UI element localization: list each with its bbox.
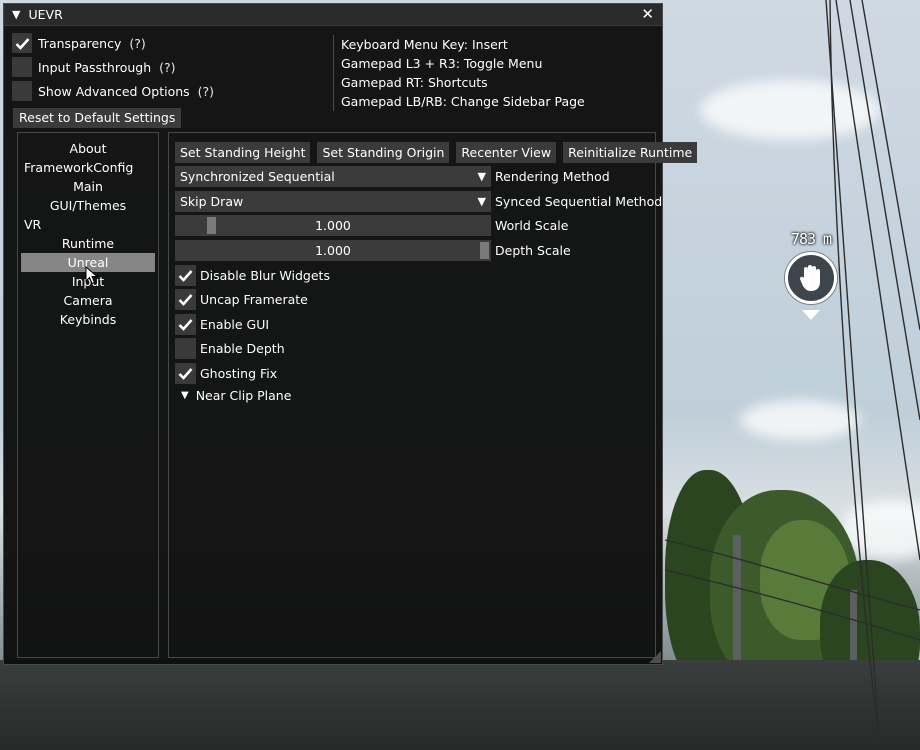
ghosting-fix-row[interactable]: Ghosting Fix [175,363,277,384]
synced-method-label: Synced Sequential Method [495,194,663,209]
help-marker[interactable]: (?) [129,36,145,51]
option-label: Input Passthrough [38,59,152,75]
slider-grab[interactable] [207,217,217,234]
sidebar-item-camera[interactable]: Camera [18,291,158,310]
sidebar-item-runtime[interactable]: Runtime [18,234,158,253]
uevr-window: ▼ UEVR ✕ Transparency (?) Input Passthro… [3,3,698,665]
show-advanced-checkbox[interactable] [12,81,32,101]
option-show-advanced[interactable]: Show Advanced Options (?) [12,81,214,101]
disable-blur-widgets-row[interactable]: Disable Blur Widgets [175,265,330,286]
synced-method-row: Skip Draw ▼ Synced Sequential Method [175,191,662,212]
sidebar-item-keybinds[interactable]: Keybinds [18,310,158,329]
checkbox-label: Disable Blur Widgets [200,268,330,283]
synced-method-combo[interactable]: Skip Draw ▼ [175,191,491,212]
ghosting-fix-checkbox[interactable] [175,363,196,384]
recenter-view-button[interactable]: Recenter View [456,142,557,163]
resize-grip[interactable] [649,651,661,663]
checkmark-icon [178,319,193,331]
option-label: Transparency [38,35,122,51]
sidebar-item-about[interactable]: About [18,139,158,158]
rendering-method-row: Synchronized Sequential ▼ Rendering Meth… [175,166,610,187]
checkbox-label: Ghosting Fix [200,366,278,381]
sidebar-item-main[interactable]: Main [18,177,158,196]
marker-distance: 783 m [790,230,832,248]
chevron-down-icon: ▼ [477,195,486,208]
marker-arrow-icon [802,310,820,320]
keyhelp-line: Gamepad LB/RB: Change Sidebar Page [341,94,585,109]
checkmark-icon [178,270,193,282]
slider-value: 1.000 [315,243,351,258]
reinitialize-runtime-button[interactable]: Reinitialize Runtime [563,142,698,163]
combo-value: Skip Draw [180,194,244,209]
transparency-checkbox[interactable] [12,33,32,53]
chevron-down-icon: ▼ [477,170,486,183]
input-passthrough-checkbox[interactable] [12,57,32,77]
checkbox-label: Enable GUI [200,317,270,332]
keyhelp-line: Keyboard Menu Key: Insert [341,37,508,52]
sidebar-item-frameworkconfig[interactable]: FrameworkConfig [18,158,158,177]
reset-defaults-button[interactable]: Reset to Default Settings [13,108,182,128]
window-titlebar[interactable]: ▼ UEVR ✕ [4,4,662,26]
enable-depth-row[interactable]: Enable Depth [175,338,285,359]
rendering-method-combo[interactable]: Synchronized Sequential ▼ [175,166,491,187]
disable-blur-widgets-checkbox[interactable] [175,265,196,286]
option-input-passthrough[interactable]: Input Passthrough (?) [12,57,176,77]
sidebar: About FrameworkConfig Main GUI/Themes VR… [17,132,159,658]
sidebar-item-vr[interactable]: VR [18,215,158,234]
near-clip-plane-node[interactable]: ▼ Near Clip Plane [181,388,291,403]
settings-panel: Set Standing Height Set Standing Origin … [168,132,698,658]
tree-node-label: Near Clip Plane [195,388,292,403]
checkmark-icon [178,368,193,380]
combo-value: Synchronized Sequential [180,169,335,184]
world-scale-row: 1.000 World Scale [175,215,568,236]
mouse-cursor-icon [85,266,99,285]
hand-icon [799,265,820,291]
close-icon[interactable]: ✕ [641,7,654,22]
keybind-help: Keyboard Menu Key: Insert Gamepad L3 + R… [333,35,585,111]
keyhelp-line: Gamepad RT: Shortcuts [341,75,488,90]
checkmark-icon [178,294,193,306]
option-transparency[interactable]: Transparency (?) [12,33,146,53]
checkbox-label: Uncap Framerate [200,292,308,307]
keyhelp-line: Gamepad L3 + R3: Toggle Menu [341,56,543,71]
help-marker[interactable]: (?) [159,60,175,75]
world-scale-slider[interactable]: 1.000 [175,215,491,236]
marker-badge [785,252,837,304]
checkbox-label: Enable Depth [200,341,285,356]
waypoint-marker: 783 m [783,230,839,320]
enable-gui-checkbox[interactable] [175,314,196,335]
slider-grab[interactable] [480,242,489,259]
collapse-triangle-icon[interactable]: ▼ [12,8,20,21]
window-title: UEVR [28,7,63,22]
depth-scale-slider[interactable]: 1.000 [175,240,491,261]
sidebar-item-gui-themes[interactable]: GUI/Themes [18,196,158,215]
option-label: Show Advanced Options [38,83,190,99]
top-options: Transparency (?) Input Passthrough (?) S… [4,26,662,128]
checkmark-icon [15,37,29,50]
uncap-framerate-checkbox[interactable] [175,289,196,310]
depth-scale-label: Depth Scale [495,243,571,258]
slider-value: 1.000 [315,218,351,233]
enable-gui-row[interactable]: Enable GUI [175,314,269,335]
uncap-framerate-row[interactable]: Uncap Framerate [175,289,308,310]
action-buttons: Set Standing Height Set Standing Origin … [175,142,698,163]
enable-depth-checkbox[interactable] [175,338,196,359]
help-marker[interactable]: (?) [198,84,214,99]
rendering-method-label: Rendering Method [495,169,610,184]
world-scale-label: World Scale [495,218,569,233]
set-standing-height-button[interactable]: Set Standing Height [175,142,311,163]
depth-scale-row: 1.000 Depth Scale [175,240,571,261]
tree-expand-triangle-icon[interactable]: ▼ [181,390,189,401]
set-standing-origin-button[interactable]: Set Standing Origin [317,142,450,163]
